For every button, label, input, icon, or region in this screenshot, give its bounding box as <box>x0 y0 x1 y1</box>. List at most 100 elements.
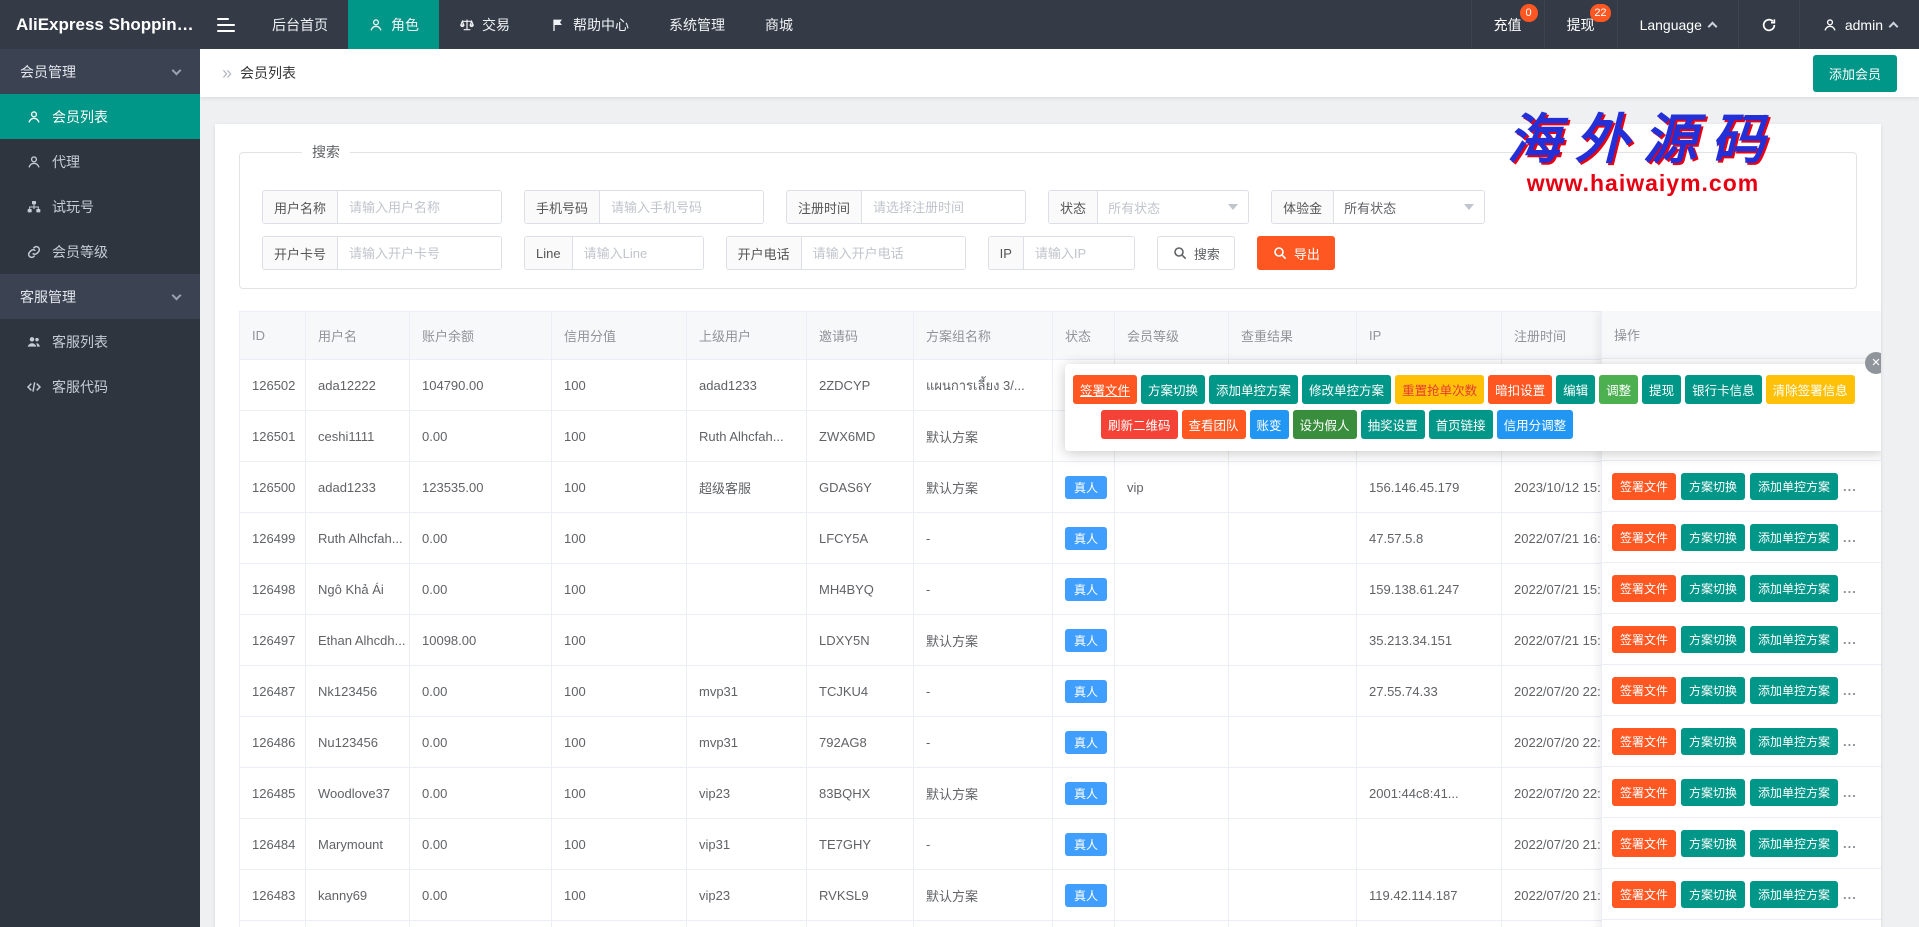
popup-action-button[interactable]: 账变 <box>1250 410 1289 439</box>
sidebar-item-1-4[interactable]: 会员等级 <box>0 229 200 274</box>
popup-action-button[interactable]: 设为假人 <box>1293 410 1357 439</box>
recharge-button[interactable]: 充值 0 <box>1471 0 1544 49</box>
row-action-button-1[interactable]: 签署文件 <box>1612 830 1676 857</box>
cell-dup <box>1229 870 1357 921</box>
sidebar-group-1[interactable]: 会员管理 <box>0 49 200 94</box>
row-action-button-3[interactable]: 添加单控方案 <box>1750 473 1838 500</box>
more-actions-button[interactable]: ... <box>1843 887 1857 902</box>
popup-action-button[interactable]: 添加单控方案 <box>1209 375 1298 404</box>
popup-action-button[interactable]: 首页链接 <box>1429 410 1493 439</box>
input-注册时间[interactable] <box>862 191 1025 223</box>
column-header-5: 上级用户 <box>687 312 807 360</box>
popup-action-button[interactable]: 银行卡信息 <box>1685 375 1762 404</box>
withdraw-button[interactable]: 提现 22 <box>1544 0 1617 49</box>
more-actions-button[interactable]: ... <box>1843 683 1857 698</box>
popup-action-button[interactable]: 清除签署信息 <box>1766 375 1855 404</box>
sidebar-group-2[interactable]: 客服管理 <box>0 274 200 319</box>
nav-item-5[interactable]: 系统管理 <box>649 0 745 49</box>
language-menu[interactable]: Language <box>1617 0 1738 49</box>
field-label: 体验金 <box>1272 191 1334 223</box>
more-actions-button[interactable]: ... <box>1843 479 1857 494</box>
popup-action-button[interactable]: 重置抢单次数 <box>1395 375 1484 404</box>
search-icon <box>1172 245 1188 261</box>
select-体验金[interactable]: 所有状态 <box>1334 191 1484 223</box>
popup-action-button[interactable]: 刷新二维码 <box>1101 410 1178 439</box>
nav-item-4[interactable]: 帮助中心 <box>530 0 649 49</box>
row-action-button-3[interactable]: 添加单控方案 <box>1750 524 1838 551</box>
export-button[interactable]: 导出 <box>1257 236 1335 270</box>
popup-action-button[interactable]: 提现 <box>1642 375 1681 404</box>
sidebar-item-1-1[interactable]: 会员列表 <box>0 94 200 139</box>
cell-dup <box>1229 921 1357 927</box>
row-action-button-1[interactable]: 签署文件 <box>1612 779 1676 806</box>
row-action-button-2[interactable]: 方案切换 <box>1681 473 1745 500</box>
input-IP[interactable] <box>1024 237 1134 269</box>
nav-item-1[interactable]: 后台首页 <box>252 0 348 49</box>
nav-item-2[interactable]: 角色 <box>348 0 439 49</box>
more-actions-button[interactable]: ... <box>1843 581 1857 596</box>
cell-dup <box>1229 819 1357 870</box>
input-手机号码[interactable] <box>600 191 763 223</box>
user-menu[interactable]: admin <box>1799 0 1919 49</box>
row-action-button-2[interactable]: 方案切换 <box>1681 524 1745 551</box>
sidebar-item-1-2[interactable]: 代理 <box>0 139 200 184</box>
row-action-button-1[interactable]: 签署文件 <box>1612 473 1676 500</box>
more-actions-button[interactable]: ... <box>1843 734 1857 749</box>
row-action-button-3[interactable]: 添加单控方案 <box>1750 626 1838 653</box>
popup-action-button[interactable]: 签署文件 <box>1073 375 1137 404</box>
row-action-button-1[interactable]: 签署文件 <box>1612 881 1676 908</box>
row-action-button-1[interactable]: 签署文件 <box>1612 575 1676 602</box>
popup-action-button[interactable]: 方案切换 <box>1141 375 1205 404</box>
close-icon[interactable]: × <box>1865 352 1881 374</box>
sidebar-item-1-3[interactable]: 试玩号 <box>0 184 200 229</box>
row-action-button-3[interactable]: 添加单控方案 <box>1750 779 1838 806</box>
popup-action-button[interactable]: 查看团队 <box>1182 410 1246 439</box>
input-Line[interactable] <box>573 237 703 269</box>
popup-action-button[interactable]: 修改单控方案 <box>1302 375 1391 404</box>
chevron-up-icon <box>1889 22 1899 32</box>
row-action-button-2[interactable]: 方案切换 <box>1681 779 1745 806</box>
cell-username: ponr11 <box>306 921 410 927</box>
row-action-button-1[interactable]: 签署文件 <box>1612 728 1676 755</box>
row-action-button-2[interactable]: 方案切换 <box>1681 677 1745 704</box>
more-actions-button[interactable]: ... <box>1843 530 1857 545</box>
row-action-button-3[interactable]: 添加单控方案 <box>1750 575 1838 602</box>
row-action-button-2[interactable]: 方案切换 <box>1681 728 1745 755</box>
sidebar-item-label: 会员列表 <box>52 107 108 127</box>
popup-action-button[interactable]: 抽奖设置 <box>1361 410 1425 439</box>
hamburger-icon[interactable] <box>200 0 252 49</box>
popup-action-button[interactable]: 编辑 <box>1556 375 1595 404</box>
row-action-button-2[interactable]: 方案切换 <box>1681 830 1745 857</box>
search-button[interactable]: 搜索 <box>1157 236 1235 270</box>
nav-item-3[interactable]: 交易 <box>439 0 530 49</box>
more-actions-button[interactable]: ... <box>1843 785 1857 800</box>
row-action-button-2[interactable]: 方案切换 <box>1681 575 1745 602</box>
row-action-button-3[interactable]: 添加单控方案 <box>1750 728 1838 755</box>
sidebar-item-2-2[interactable]: 客服代码 <box>0 364 200 409</box>
row-action-button-2[interactable]: 方案切换 <box>1681 881 1745 908</box>
row-action-button-3[interactable]: 添加单控方案 <box>1750 677 1838 704</box>
cell-parent <box>687 615 807 666</box>
sidebar-item-2-1[interactable]: 客服列表 <box>0 319 200 364</box>
add-member-button[interactable]: 添加会员 <box>1813 55 1897 92</box>
nav-item-6[interactable]: 商城 <box>745 0 813 49</box>
refresh-button[interactable] <box>1738 0 1799 49</box>
row-action-button-2[interactable]: 方案切换 <box>1681 626 1745 653</box>
input-开户卡号[interactable] <box>338 237 501 269</box>
more-actions-button[interactable]: ... <box>1843 632 1857 647</box>
input-开户电话[interactable] <box>802 237 965 269</box>
row-action-button-3[interactable]: 添加单控方案 <box>1750 881 1838 908</box>
field-label: 注册时间 <box>787 191 862 223</box>
member-list-card: 搜索 用户名称手机号码注册时间状态所有状态体验金所有状态 开户卡号Line开户电… <box>215 124 1881 927</box>
input-用户名称[interactable] <box>338 191 501 223</box>
row-action-button-1[interactable]: 签署文件 <box>1612 677 1676 704</box>
popup-action-button[interactable]: 暗扣设置 <box>1488 375 1552 404</box>
popup-action-button[interactable]: 信用分调整 <box>1497 410 1574 439</box>
select-状态[interactable]: 所有状态 <box>1098 191 1248 223</box>
more-actions-button[interactable]: ... <box>1843 836 1857 851</box>
popup-action-button[interactable]: 调整 <box>1599 375 1638 404</box>
row-action-button-1[interactable]: 签署文件 <box>1612 626 1676 653</box>
nav-item-label: 后台首页 <box>272 15 328 35</box>
row-action-button-1[interactable]: 签署文件 <box>1612 524 1676 551</box>
row-action-button-3[interactable]: 添加单控方案 <box>1750 830 1838 857</box>
